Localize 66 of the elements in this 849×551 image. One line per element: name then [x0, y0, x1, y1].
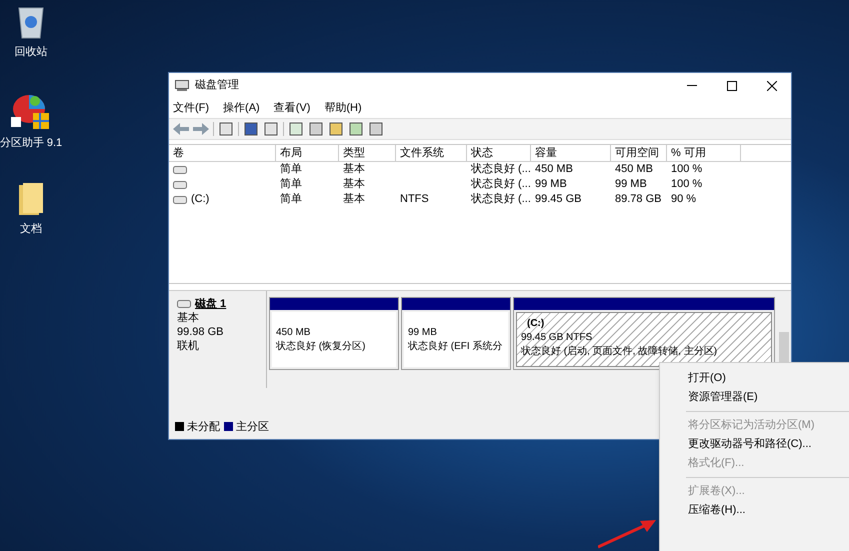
- partition-label: (C:): [526, 317, 546, 331]
- drive-icon: [177, 300, 191, 308]
- menu-item[interactable]: 帮助(H): [324, 100, 362, 116]
- table-cell-text: 450 MB: [615, 162, 653, 178]
- table-cell-text: 450 MB: [535, 162, 573, 178]
- context-menu-item[interactable]: 压缩卷(H)...: [660, 501, 849, 520]
- table-cell-text: 状态良好 (...: [471, 162, 531, 178]
- partition-area[interactable]: 99 MB 状态良好 (EFI 系统分: [404, 312, 508, 367]
- partition-area[interactable]: 450 MB 状态良好 (恢复分区): [272, 312, 396, 367]
- table-cell-text: 99 MB: [535, 177, 567, 192]
- desktop-icon-label[interactable]: 回收站: [14, 44, 48, 60]
- partition-status: 状态良好 (启动, 页面文件, 故障转储, 主分区): [521, 345, 718, 359]
- table-cell-text: 99.45 GB: [535, 192, 582, 208]
- column-header[interactable]: 容量: [531, 145, 611, 161]
- table-cell-text: (C:): [191, 192, 210, 208]
- desktop-icon-label[interactable]: 文档: [20, 221, 42, 238]
- partition-status: 状态良好 (恢复分区): [276, 340, 366, 354]
- close-icon[interactable]: [767, 80, 777, 90]
- window-title: 磁盘管理: [195, 78, 239, 94]
- partition-size: 450 MB: [276, 326, 312, 340]
- table-cell-text: 基本: [343, 162, 365, 178]
- partition-status: 状态良好 (EFI 系统分: [408, 340, 504, 354]
- disk-status: 联机: [177, 339, 200, 353]
- column-header[interactable]: 卷: [169, 145, 276, 161]
- disk-name: 磁盘 1: [195, 297, 226, 311]
- menu-item[interactable]: 查看(V): [274, 100, 310, 116]
- menu-item[interactable]: 操作(A): [223, 100, 260, 116]
- column-header[interactable]: 状态: [467, 145, 531, 161]
- legend-label: 主分区: [236, 420, 269, 434]
- drive-icon: [173, 166, 187, 174]
- disk-type: 基本: [177, 311, 200, 325]
- drive-icon: [173, 180, 187, 188]
- table-cell-text: 100 %: [671, 177, 702, 192]
- column-header[interactable]: 布局: [276, 145, 339, 161]
- context-menu-item[interactable]: 打开(O): [660, 369, 849, 388]
- desktop-icon-label[interactable]: 分区助手 9.1: [0, 134, 62, 151]
- column-header[interactable]: % 可用: [667, 145, 741, 161]
- table-cell-text: 状态良好 (...: [471, 176, 531, 192]
- table-cell-text: 状态良好 (...: [471, 192, 531, 208]
- table-cell-text: 基本: [343, 177, 365, 192]
- table-cell-text: 简单: [280, 162, 302, 178]
- pointer-arrow: [598, 517, 658, 549]
- partition-area[interactable]: (C:) 99.45 GB NTFS 状态良好 (启动, 页面文件, 故障转储, 主分区): [516, 312, 772, 367]
- forward-arrow-icon[interactable]: [193, 123, 209, 135]
- column-header[interactable]: 文件系统: [396, 145, 467, 161]
- context-menu-item[interactable]: 资源管理器(E): [660, 388, 849, 407]
- menu-item[interactable]: 文件(F): [173, 100, 210, 116]
- table-cell-text: 90 %: [671, 192, 696, 208]
- partition-size: 99.45 GB NTFS: [521, 331, 594, 345]
- table-cell-text: 简单: [280, 192, 302, 208]
- app-icon: [175, 80, 189, 92]
- legend-label: 未分配: [187, 420, 220, 434]
- table-cell-text: 基本: [343, 192, 365, 208]
- context-menu-item[interactable]: 更改驱动器号和路径(C)...: [660, 435, 849, 454]
- table-cell-text: 100 %: [671, 162, 702, 178]
- back-arrow-icon[interactable]: [173, 123, 189, 135]
- column-header[interactable]: 可用空间: [611, 145, 667, 161]
- table-cell-text: NTFS: [400, 192, 429, 208]
- table-cell-text: 99 MB: [615, 177, 647, 192]
- table-cell-text: 89.78 GB: [615, 192, 662, 208]
- column-header[interactable]: 类型: [339, 145, 396, 161]
- table-cell-text: 简单: [280, 177, 302, 192]
- maximize-icon[interactable]: [727, 80, 737, 90]
- drive-icon: [173, 196, 187, 204]
- partition-size: 99 MB: [408, 326, 438, 340]
- disk-size: 99.98 GB: [177, 325, 224, 339]
